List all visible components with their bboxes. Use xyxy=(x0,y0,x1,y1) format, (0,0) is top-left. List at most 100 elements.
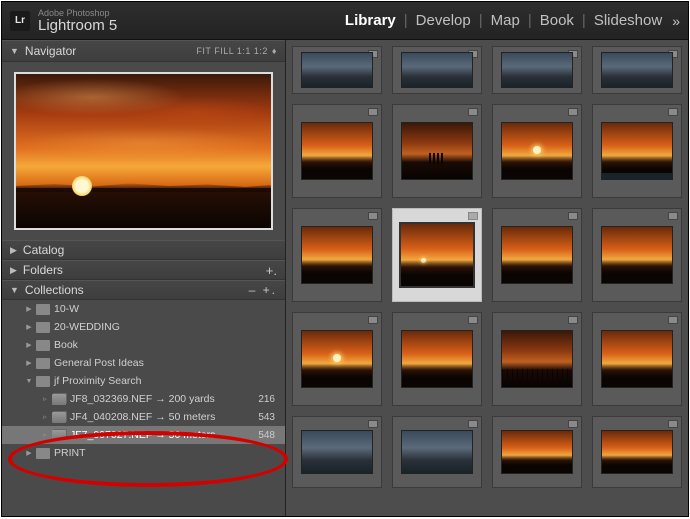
expand-icon[interactable]: ▼ xyxy=(22,378,36,385)
preview-image[interactable] xyxy=(14,72,273,230)
collection-item[interactable]: ▶ General Post Ideas xyxy=(2,354,285,372)
expand-icon[interactable]: ▶ xyxy=(22,359,36,367)
flag-icon[interactable] xyxy=(368,212,378,220)
expand-icon[interactable]: ▹ xyxy=(38,413,52,421)
collections-header[interactable]: ▼ Collections – +. xyxy=(2,280,285,300)
thumbnail-cell[interactable] xyxy=(492,416,582,488)
collection-label: 10-W xyxy=(54,303,79,315)
left-panel: ▼ Navigator FIT FILL 1:1 1:2 ♦ ▶ Catalog xyxy=(2,40,286,516)
thumbnail-cell[interactable] xyxy=(492,46,582,94)
tab-separator: | xyxy=(580,12,588,29)
flag-icon[interactable] xyxy=(468,316,478,324)
navigator-zoom-options[interactable]: FIT FILL 1:1 1:2 xyxy=(196,46,268,56)
smart-collection-item[interactable]: ▹ JF4_040208.NEF → 50 meters 543 xyxy=(2,408,285,426)
collection-label: JF8_032369.NEF → 200 yards xyxy=(70,393,215,405)
flag-icon[interactable] xyxy=(568,108,578,116)
catalog-header[interactable]: ▶ Catalog xyxy=(2,240,285,260)
lightroom-window: Lr Adobe Photoshop Lightroom 5 Library |… xyxy=(1,1,689,517)
expand-icon[interactable]: ▹ xyxy=(38,431,52,439)
thumbnail-cell[interactable] xyxy=(392,416,482,488)
lr-logo-icon: Lr xyxy=(10,11,30,31)
thumbnail-cell[interactable] xyxy=(592,104,682,198)
flag-icon[interactable] xyxy=(568,212,578,220)
thumbnail-grid[interactable] xyxy=(286,40,688,516)
collection-label: Book xyxy=(54,339,78,351)
thumbnail-cell[interactable] xyxy=(292,208,382,302)
tab-slideshow[interactable]: Slideshow xyxy=(588,12,668,29)
flag-icon[interactable] xyxy=(668,420,678,428)
collection-item[interactable]: ▶ 10-W xyxy=(2,300,285,318)
collection-label: 20-WEDDING xyxy=(54,321,120,333)
flag-icon[interactable] xyxy=(568,316,578,324)
expand-icon[interactable]: ▶ xyxy=(22,341,36,349)
collection-count: 548 xyxy=(258,430,285,441)
flag-icon[interactable] xyxy=(468,108,478,116)
navigator-title: Navigator xyxy=(25,44,76,58)
navigator-header[interactable]: ▼ Navigator FIT FILL 1:1 1:2 ♦ xyxy=(2,40,285,62)
flag-icon[interactable] xyxy=(468,420,478,428)
thumbnail-cell[interactable] xyxy=(392,46,482,94)
thumbnail-cell[interactable] xyxy=(592,46,682,94)
smart-collection-item-selected[interactable]: ▹ JF7_007027.NEF → 50 meters 548 xyxy=(2,426,285,444)
flag-icon[interactable] xyxy=(468,212,478,220)
disclosure-triangle-icon[interactable]: ▶ xyxy=(10,265,17,276)
thumbnail-cell[interactable] xyxy=(292,104,382,198)
collection-label: PRINT xyxy=(54,447,86,459)
expand-icon[interactable]: ▶ xyxy=(22,323,36,331)
collection-count: 216 xyxy=(258,394,285,405)
add-folder-button[interactable]: +. xyxy=(266,263,277,278)
expand-icon[interactable]: ▹ xyxy=(38,395,52,403)
thumbnail-cell-selected[interactable] xyxy=(392,208,482,302)
main-area: ▼ Navigator FIT FILL 1:1 1:2 ♦ ▶ Catalog xyxy=(2,40,688,516)
top-bar: Lr Adobe Photoshop Lightroom 5 Library |… xyxy=(2,2,688,40)
smart-collection-icon xyxy=(52,394,66,405)
flag-icon[interactable] xyxy=(668,212,678,220)
disclosure-triangle-icon[interactable]: ▼ xyxy=(10,46,19,56)
collection-item[interactable]: ▶ 20-WEDDING xyxy=(2,318,285,336)
thumbnail-cell[interactable] xyxy=(592,312,682,406)
tab-map[interactable]: Map xyxy=(485,12,526,29)
brand-title: Lightroom 5 xyxy=(38,18,117,33)
thumbnail-cell[interactable] xyxy=(492,104,582,198)
flag-icon[interactable] xyxy=(668,108,678,116)
zoom-dropdown-icon[interactable]: ♦ xyxy=(272,46,277,56)
thumbnail-cell[interactable] xyxy=(592,416,682,488)
disclosure-triangle-icon[interactable]: ▼ xyxy=(10,285,19,295)
tab-library[interactable]: Library xyxy=(339,12,402,29)
tab-separator: | xyxy=(526,12,534,29)
expand-icon[interactable]: ▶ xyxy=(22,449,36,457)
thumbnail-cell[interactable] xyxy=(592,208,682,302)
tab-separator: | xyxy=(477,12,485,29)
collection-item[interactable]: ▼ jf Proximity Search xyxy=(2,372,285,390)
thumbnail-cell[interactable] xyxy=(492,312,582,406)
thumbnail-cell[interactable] xyxy=(292,46,382,94)
disclosure-triangle-icon[interactable]: ▶ xyxy=(10,245,17,256)
collection-item[interactable]: ▶ PRINT xyxy=(2,444,285,462)
flag-icon[interactable] xyxy=(568,420,578,428)
collection-item[interactable]: ▶ Book xyxy=(2,336,285,354)
navigator-preview[interactable] xyxy=(2,62,285,240)
flag-icon[interactable] xyxy=(368,316,378,324)
smart-collection-item[interactable]: ▹ JF8_032369.NEF → 200 yards 216 xyxy=(2,390,285,408)
folder-icon xyxy=(36,340,50,351)
folders-header[interactable]: ▶ Folders +. xyxy=(2,260,285,280)
thumbnail-cell[interactable] xyxy=(292,312,382,406)
more-modules-icon[interactable]: » xyxy=(668,13,680,29)
collections-filter-button[interactable]: – +. xyxy=(249,283,277,297)
expand-icon[interactable]: ▶ xyxy=(22,305,36,313)
flag-icon[interactable] xyxy=(368,108,378,116)
brand-block: Adobe Photoshop Lightroom 5 xyxy=(38,9,117,33)
catalog-title: Catalog xyxy=(23,243,64,257)
tab-book[interactable]: Book xyxy=(534,12,580,29)
thumbnail-cell[interactable] xyxy=(392,312,482,406)
thumbnail-cell[interactable] xyxy=(292,416,382,488)
tab-develop[interactable]: Develop xyxy=(410,12,477,29)
thumbnail-cell[interactable] xyxy=(392,104,482,198)
flag-icon[interactable] xyxy=(668,316,678,324)
collections-title: Collections xyxy=(25,283,84,297)
folder-icon xyxy=(36,304,50,315)
thumbnail-cell[interactable] xyxy=(492,208,582,302)
module-picker: Library | Develop | Map | Book | Slidesh… xyxy=(339,12,680,29)
folder-icon xyxy=(36,448,50,459)
flag-icon[interactable] xyxy=(368,420,378,428)
